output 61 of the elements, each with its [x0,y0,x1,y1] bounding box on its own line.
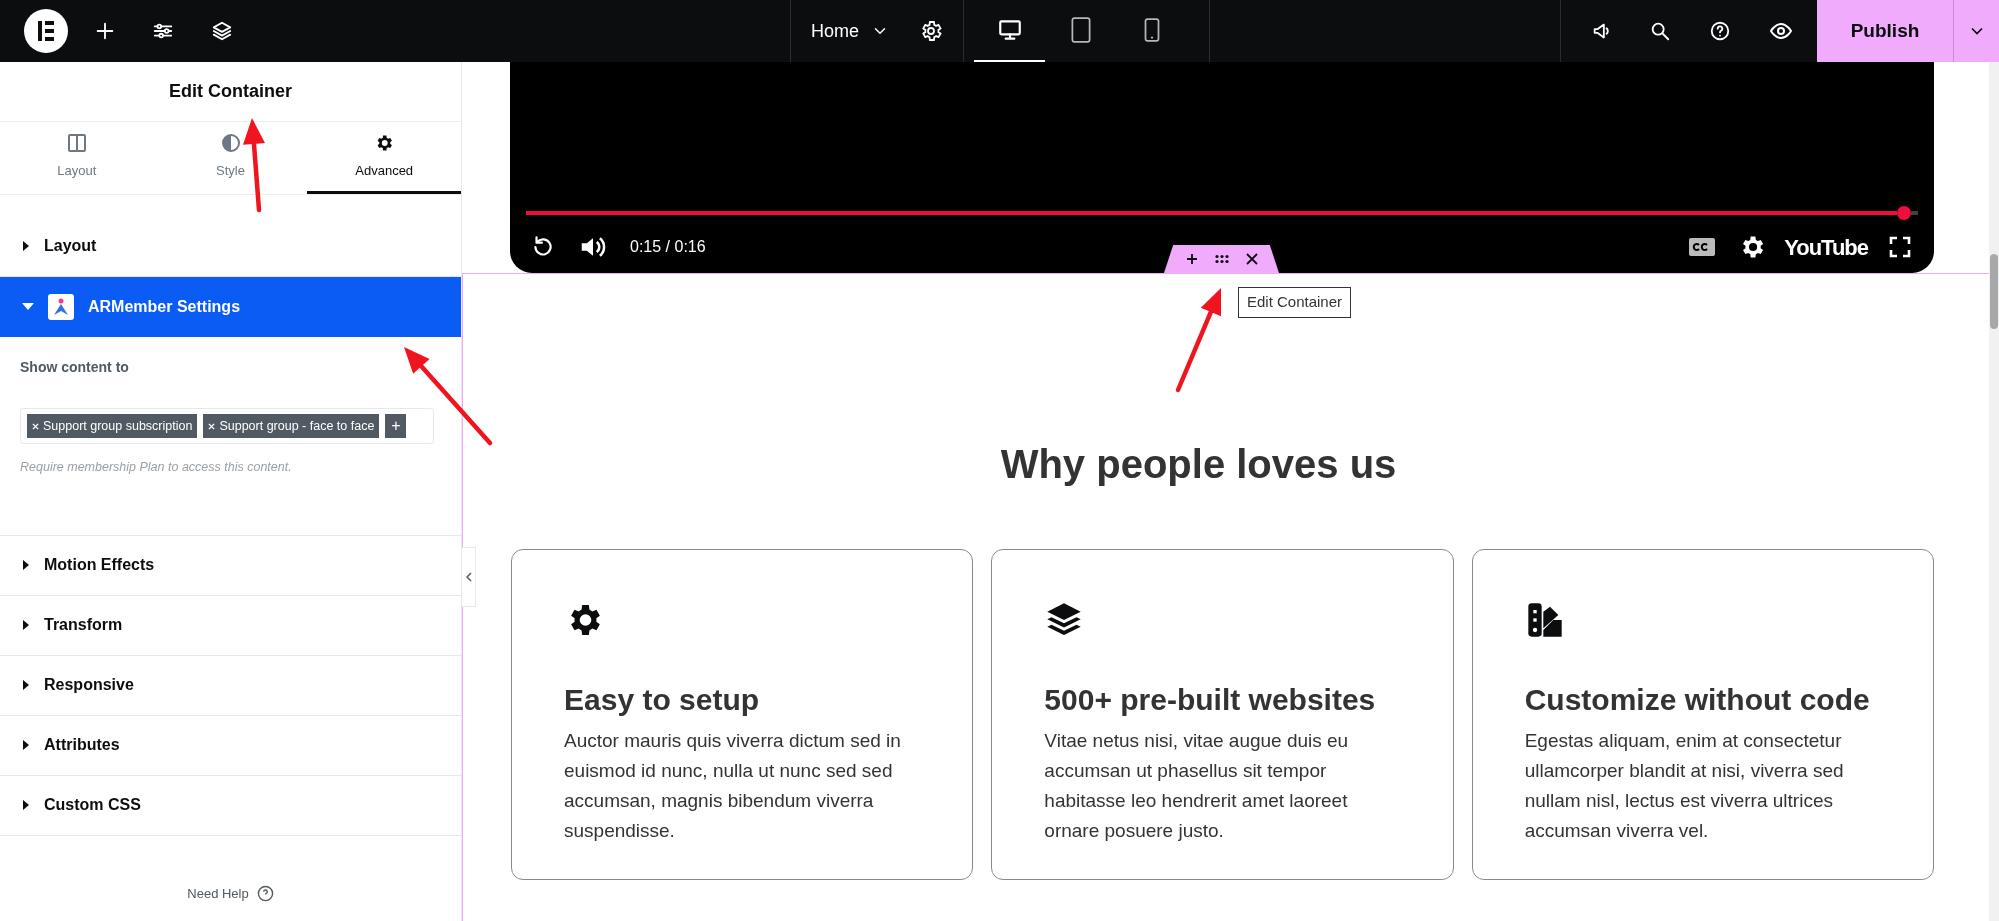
panel-tab[interactable]: Style [153,122,308,194]
mobile-icon [1142,17,1161,43]
scrollbar[interactable] [1989,62,1999,921]
search-icon[interactable] [1649,20,1671,42]
section-header[interactable]: Responsive [0,655,461,716]
add-icon[interactable] [94,20,116,42]
panel-tab[interactable]: Advanced [307,122,461,194]
need-help-link[interactable]: Need Help [187,883,274,903]
card-text: Auctor mauris quis viverra dictum sed in euismod id nunc, nulla ut nunc sed sed accumsan, magnis bibendum viverra suspendisse. [564,729,902,843]
caret-right-icon [22,240,30,251]
video-time: 0:15 / 0:16 [630,237,706,257]
card-text: Egestas aliquam, enim at consectetur ullamcorper blandit at nisi, viverra sed nullam nisl, lectus est viverra ultrices accumsan viverra vel. [1524,729,1845,843]
section-header[interactable]: Attributes [0,715,461,776]
panel-title: Edit Container [0,62,461,122]
caret-right-icon [22,740,30,751]
remove-icon[interactable] [208,422,216,430]
help-icon [256,884,274,902]
layers-icon[interactable] [211,20,233,42]
close-icon[interactable] [1245,253,1258,265]
contrast-icon [220,132,241,153]
elementor-logo[interactable] [24,9,68,53]
captions-icon[interactable] [1688,237,1717,257]
add-icon[interactable] [1185,253,1198,265]
fullscreen-icon[interactable] [1888,235,1912,259]
progress-track[interactable] [526,206,1918,220]
tooltip: Edit Container [1238,287,1352,318]
video-player[interactable]: 0:15 / 0:16 YouTube [510,62,1934,273]
field-label: Show content to [20,358,130,377]
section-header[interactable]: ARMember Settings [0,277,461,337]
add-tag-button[interactable]: + [385,414,407,438]
panel-tab[interactable]: Layout [0,122,154,194]
settings-icon[interactable] [919,19,943,43]
page-selector[interactable]: Home [811,17,889,45]
tablet-icon [1069,16,1092,44]
caret-right-icon [22,680,30,691]
card-text: Vitae netus nisi, vitae augue duis eu accumsan ut phasellus sit tempor habitasse leo hendrerit amet laoreet ornare posuere justo. [1044,729,1350,843]
hint-text: Require membership Plan to access this content. [20,459,293,476]
caret-right-icon [22,800,30,811]
drag-handle-icon[interactable] [1213,254,1230,264]
desktop-icon [996,17,1023,43]
section-header[interactable]: Custom CSS [0,775,461,836]
remove-icon[interactable] [32,422,39,430]
scrollbar-thumb[interactable] [1990,254,1998,329]
tag-field[interactable]: Support group subscription Support group - face to face + [20,408,434,444]
tag[interactable]: Support group subscription [27,414,198,438]
caret-right-icon [22,620,30,631]
section-header[interactable]: Motion Effects [0,535,461,596]
card-title: Customize without code [1524,682,1871,718]
caret-down-icon [22,303,34,311]
caret-right-icon [22,560,30,571]
chevron-left-icon [465,572,472,582]
help-icon[interactable] [1709,20,1731,42]
card-title: Easy to setup [564,682,761,718]
plugin-logo [48,294,74,320]
progress-thumb[interactable] [1897,206,1912,220]
video-brand[interactable]: YouTube [1784,230,1868,264]
section-heading: Why people loves us [1000,441,1397,488]
card-title: 500+ pre-built websites [1044,682,1377,718]
section-header[interactable]: Transform [0,595,461,656]
columns-icon [66,132,87,153]
tag[interactable]: Support group - face to face [203,414,380,438]
